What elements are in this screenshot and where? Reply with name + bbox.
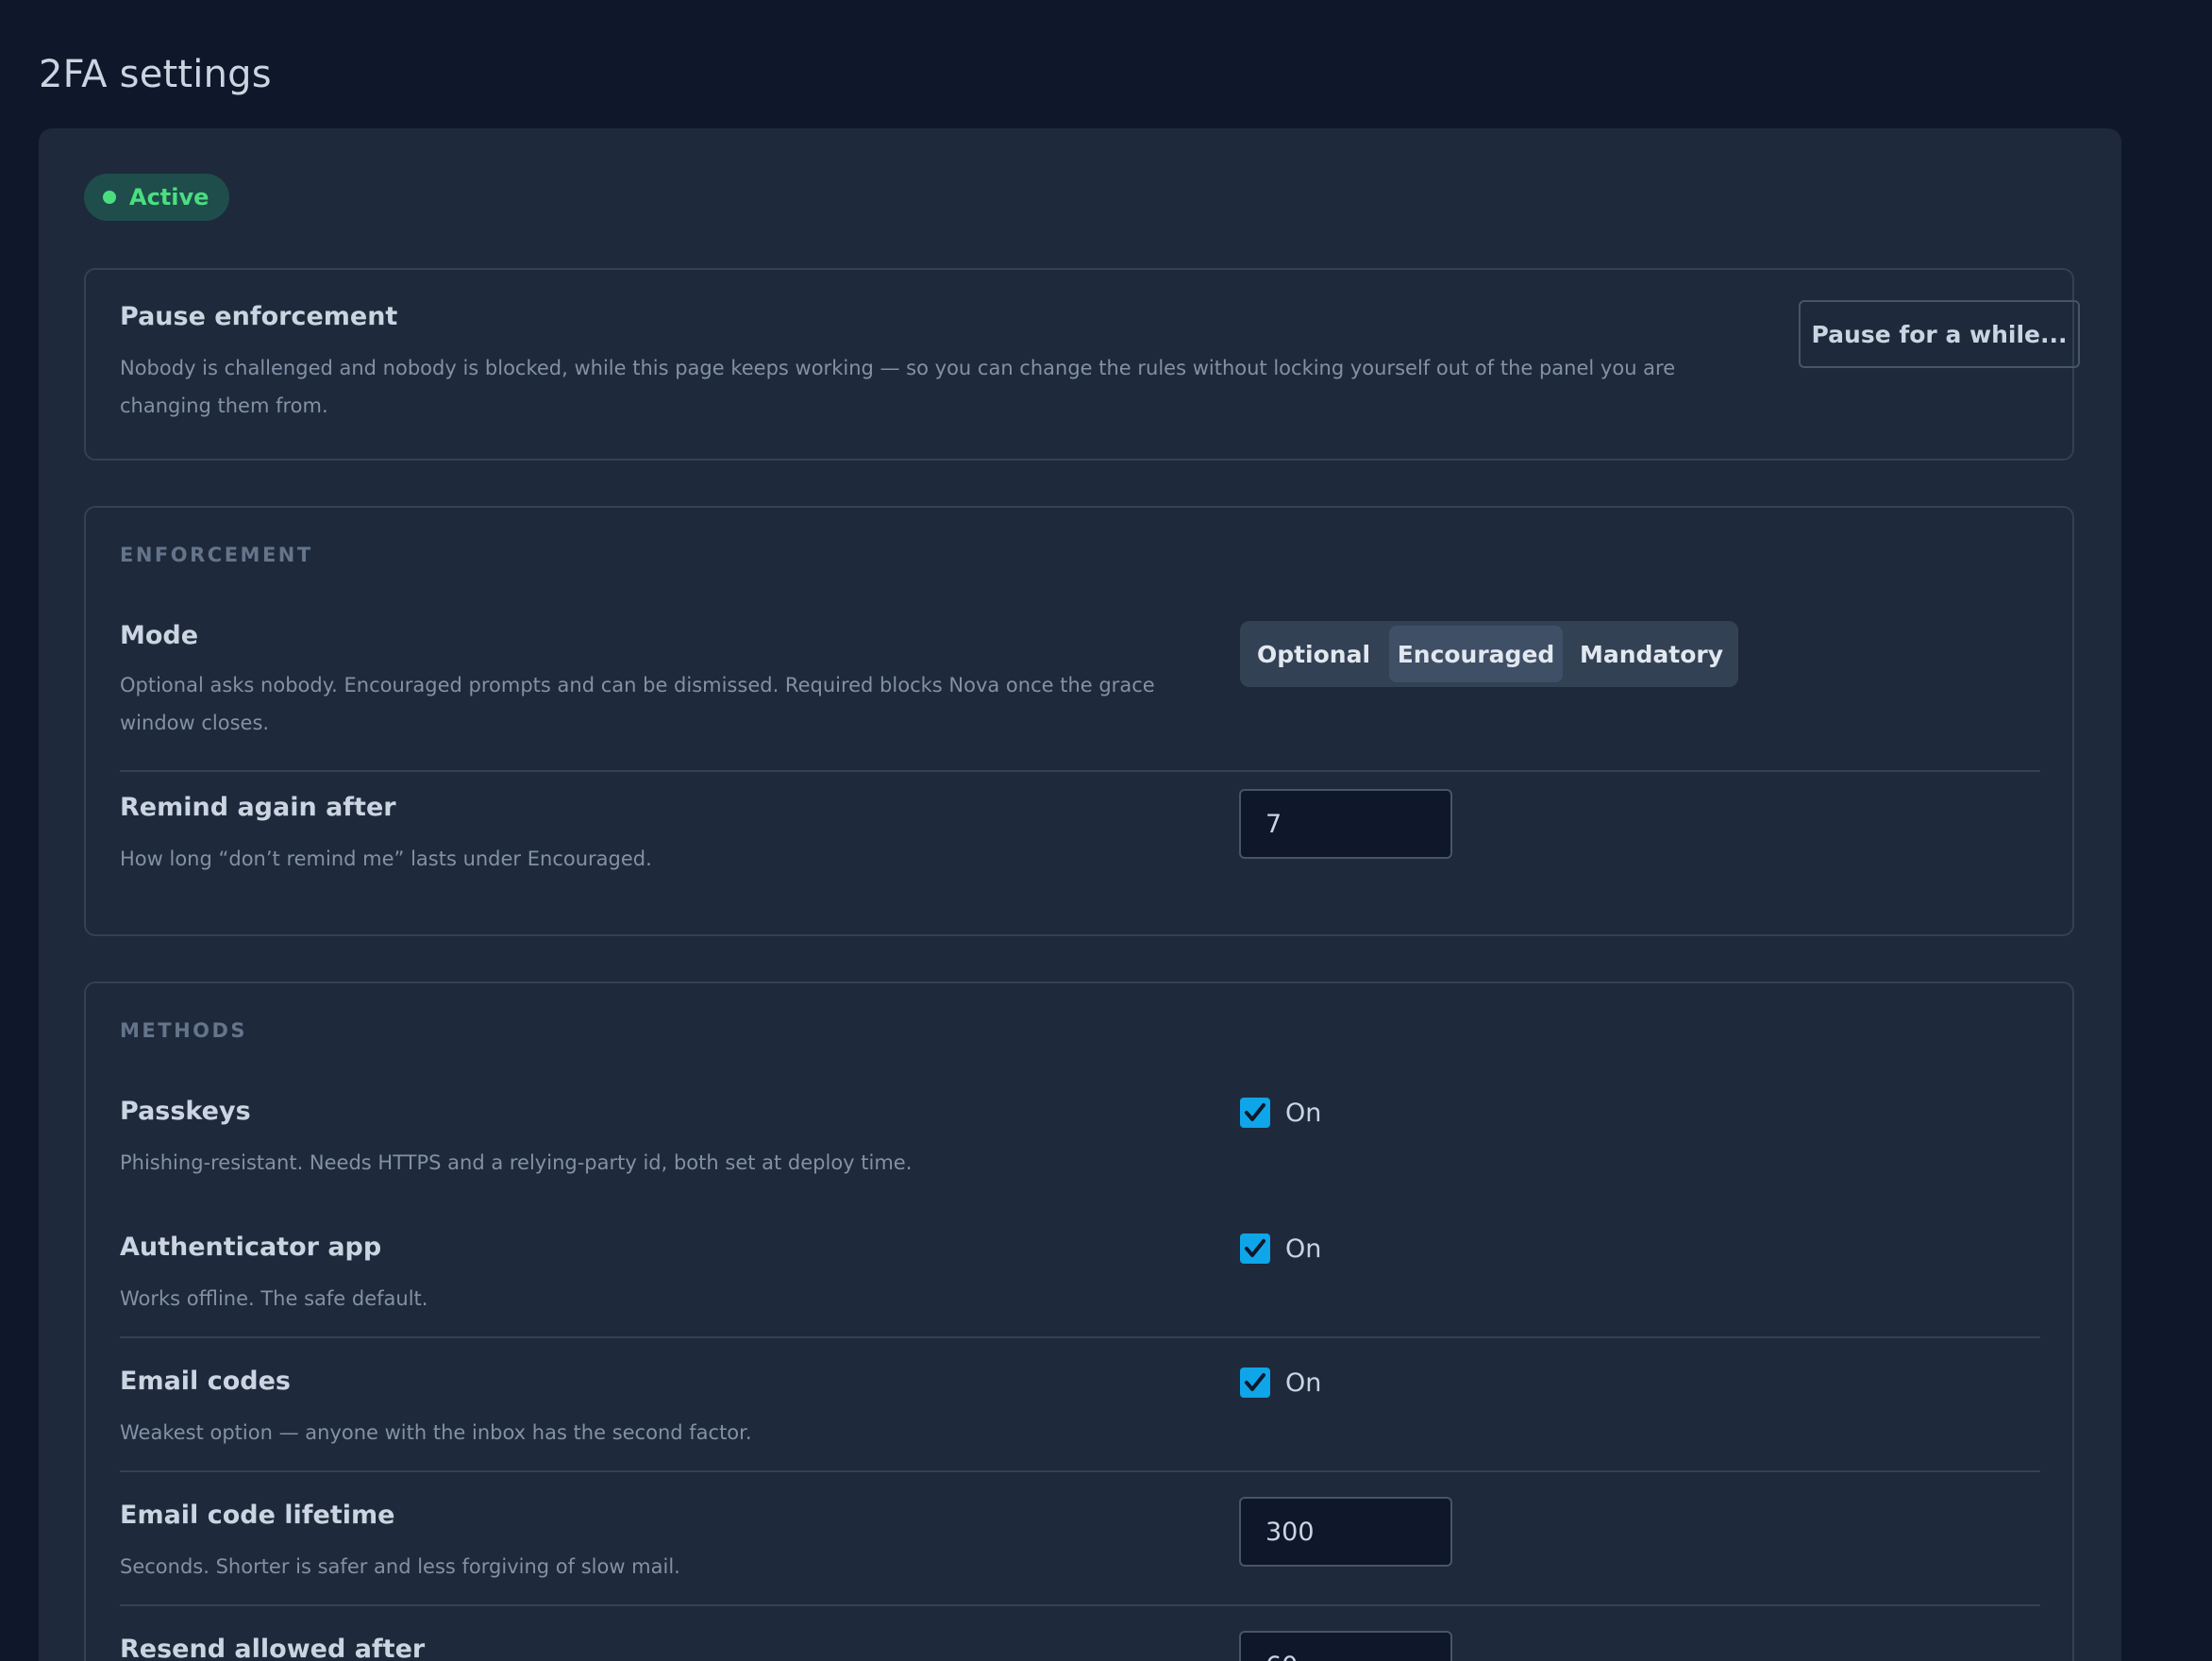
authenticator-checkbox[interactable] xyxy=(1240,1233,1270,1264)
divider xyxy=(120,1336,2040,1338)
mode-title: Mode xyxy=(120,621,199,650)
email-codes-title: Email codes xyxy=(120,1367,291,1396)
remind-days-input[interactable]: 7 xyxy=(1239,789,1452,859)
pause-title: Pause enforcement xyxy=(120,302,398,331)
remind-title: Remind again after xyxy=(120,793,396,822)
mode-description: Optional asks nobody. Encouraged prompts… xyxy=(120,674,1155,734)
authenticator-title: Authenticator app xyxy=(120,1233,382,1262)
pause-button[interactable]: Pause for a while... xyxy=(1799,300,2080,368)
email-lifetime-description: Seconds. Shorter is safer and less forgi… xyxy=(120,1555,680,1578)
resend-title: Resend allowed after xyxy=(120,1635,426,1661)
mode-option-optional[interactable]: Optional xyxy=(1245,626,1382,682)
passkeys-description: Phishing-resistant. Needs HTTPS and a re… xyxy=(120,1151,913,1174)
divider xyxy=(120,1604,2040,1606)
check-icon xyxy=(1245,1239,1265,1257)
mode-segmented-control: Optional Encouraged Mandatory xyxy=(1240,621,1738,687)
enforcement-panel: ENFORCEMENT Mode Optional asks nobody. E… xyxy=(84,506,2074,936)
check-icon xyxy=(1245,1103,1265,1121)
remind-description: How long “don’t remind me” lasts under E… xyxy=(120,847,652,870)
authenticator-state-label: On xyxy=(1285,1233,1322,1264)
status-label: Active xyxy=(129,184,209,210)
pause-description: Nobody is challenged and nobody is block… xyxy=(120,357,1676,417)
email-codes-checkbox[interactable] xyxy=(1240,1367,1270,1398)
email-codes-toggle[interactable]: On xyxy=(1240,1367,1321,1398)
email-lifetime-title: Email code lifetime xyxy=(120,1501,395,1530)
page: 2FA settings Active Pause enforcement No… xyxy=(0,0,2212,1661)
passkeys-title: Passkeys xyxy=(120,1097,251,1126)
email-codes-state-label: On xyxy=(1285,1367,1322,1398)
email-codes-description: Weakest option — anyone with the inbox h… xyxy=(120,1421,752,1444)
passkeys-checkbox[interactable] xyxy=(1240,1098,1270,1128)
status-dot-icon xyxy=(103,191,116,204)
methods-section-label: METHODS xyxy=(120,1019,248,1042)
mode-option-mandatory[interactable]: Mandatory xyxy=(1569,626,1734,682)
mode-option-encouraged[interactable]: Encouraged xyxy=(1389,626,1563,682)
pause-enforcement-panel: Pause enforcement Nobody is challenged a… xyxy=(84,268,2080,461)
resend-input[interactable]: 60 xyxy=(1239,1631,1452,1661)
settings-card: Active Pause enforcement Nobody is chall… xyxy=(39,128,2121,1661)
authenticator-toggle[interactable]: On xyxy=(1240,1233,1321,1264)
authenticator-description: Works offline. The safe default. xyxy=(120,1287,428,1310)
email-lifetime-input[interactable]: 300 xyxy=(1239,1497,1452,1567)
methods-panel: METHODS Passkeys Phishing-resistant. Nee… xyxy=(84,982,2074,1661)
enforcement-section-label: ENFORCEMENT xyxy=(120,544,313,566)
divider xyxy=(120,1470,2040,1472)
status-badge: Active xyxy=(84,174,230,221)
passkeys-state-label: On xyxy=(1285,1098,1322,1128)
divider xyxy=(120,770,2040,772)
page-title: 2FA settings xyxy=(39,53,272,96)
passkeys-toggle[interactable]: On xyxy=(1240,1098,1321,1128)
check-icon xyxy=(1245,1373,1265,1391)
